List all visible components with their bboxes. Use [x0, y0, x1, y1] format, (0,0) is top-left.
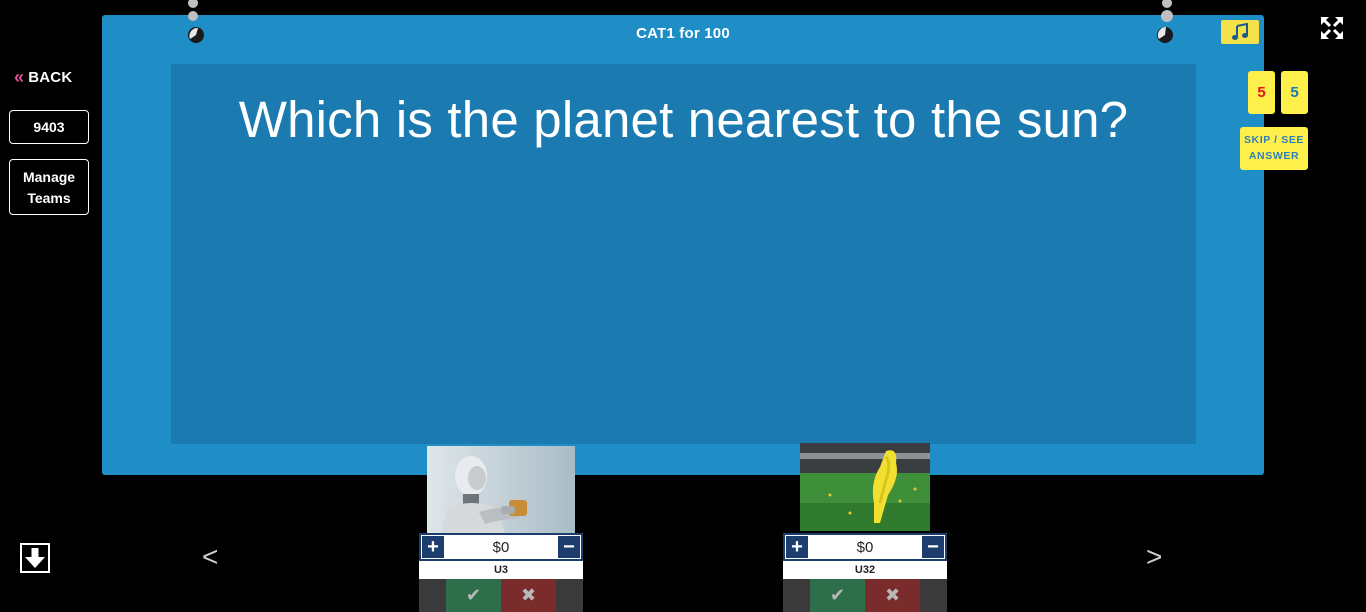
- timer-red: 5: [1248, 71, 1275, 114]
- judge-row: ✔ ✖: [783, 579, 947, 612]
- manage-teams-label-line2: Teams: [27, 190, 71, 206]
- question-board: CAT1 for 100 Which is the planet nearest…: [102, 0, 1264, 475]
- back-button[interactable]: « BACK: [14, 68, 72, 86]
- wrong-button[interactable]: ✖: [865, 579, 920, 612]
- team-name: U32: [783, 561, 947, 579]
- question-text: Which is the planet nearest to the sun?: [238, 91, 1129, 148]
- team-avatar-mannequin: [800, 443, 930, 531]
- decrease-score-button[interactable]: −: [558, 536, 580, 558]
- music-button[interactable]: [1221, 20, 1259, 44]
- music-note-icon: [1232, 23, 1248, 40]
- skip-label-line2: ANSWER: [1248, 150, 1300, 162]
- correct-button[interactable]: ✔: [446, 579, 501, 612]
- manage-teams-button[interactable]: Manage Teams: [9, 159, 89, 215]
- team-score-row: + $0 −: [419, 533, 583, 561]
- board-title: CAT1 for 100: [636, 25, 730, 42]
- team-score: $0: [856, 538, 874, 556]
- manage-teams-label-line1: Manage: [22, 169, 76, 185]
- decrease-score-button[interactable]: −: [922, 536, 944, 558]
- game-code-button[interactable]: 9403: [9, 110, 89, 144]
- back-label: BACK: [28, 68, 73, 86]
- check-icon: ✔: [829, 585, 846, 605]
- down-arrow-icon: [25, 548, 45, 568]
- team-score-row: + $0 −: [783, 533, 947, 561]
- increase-score-button[interactable]: +: [422, 536, 444, 558]
- question-panel: Which is the planet nearest to the sun?: [171, 64, 1196, 444]
- skip-label-line1: SKIP / SEE: [1243, 134, 1305, 146]
- next-arrow[interactable]: >: [1146, 541, 1162, 573]
- cross-icon: ✖: [520, 585, 537, 605]
- judge-row: ✔ ✖: [419, 579, 583, 612]
- correct-button[interactable]: ✔: [810, 579, 865, 612]
- scroll-down-button[interactable]: [20, 543, 50, 573]
- increase-score-button[interactable]: +: [786, 536, 808, 558]
- fullscreen-icon[interactable]: [1320, 16, 1344, 40]
- skip-see-answer-button[interactable]: SKIP / SEE ANSWER: [1240, 127, 1308, 170]
- team-avatar-robot: [427, 446, 575, 533]
- check-icon: ✔: [465, 585, 482, 605]
- team-name: U3: [419, 561, 583, 579]
- cross-icon: ✖: [884, 585, 901, 605]
- team-score: $0: [492, 538, 510, 556]
- timer-blue: 5: [1281, 71, 1308, 114]
- prev-arrow[interactable]: <: [202, 541, 218, 573]
- wrong-button[interactable]: ✖: [501, 579, 556, 612]
- double-chevron-left-icon: «: [14, 67, 25, 87]
